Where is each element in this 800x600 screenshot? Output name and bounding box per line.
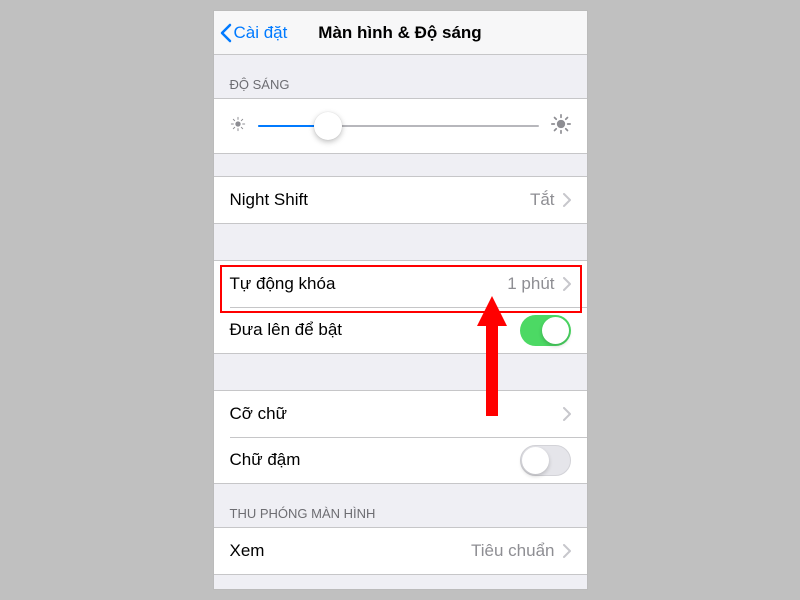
bold-text-toggle[interactable] xyxy=(520,445,571,476)
raise-to-wake-toggle[interactable] xyxy=(520,315,571,346)
slider-track xyxy=(258,125,539,127)
brightness-slider[interactable] xyxy=(258,111,539,141)
back-label: Cài đặt xyxy=(234,23,288,43)
slider-thumb[interactable] xyxy=(314,112,342,140)
raise-to-wake-label: Đưa lên để bật xyxy=(230,320,343,340)
text-size-label: Cỡ chữ xyxy=(230,404,287,424)
chevron-right-icon xyxy=(563,544,571,558)
chevron-right-icon xyxy=(563,407,571,421)
text-size-row[interactable]: Cỡ chữ xyxy=(214,391,587,437)
raise-to-wake-row: Đưa lên để bật xyxy=(214,307,587,353)
bold-text-label: Chữ đậm xyxy=(230,450,301,470)
view-value: Tiêu chuẩn xyxy=(471,541,554,561)
chevron-left-icon xyxy=(220,23,232,43)
auto-lock-label: Tự động khóa xyxy=(230,274,336,294)
section-header-zoom: THU PHÓNG MÀN HÌNH xyxy=(214,484,587,527)
night-shift-label: Night Shift xyxy=(230,190,308,210)
night-shift-group: Night Shift Tắt xyxy=(214,176,587,224)
text-group: Cỡ chữ Chữ đậm xyxy=(214,390,587,484)
bold-text-row: Chữ đậm xyxy=(214,437,587,483)
lock-group: Tự động khóa 1 phút Đưa lên để bật xyxy=(214,260,587,354)
brightness-group xyxy=(214,98,587,154)
sun-small-icon xyxy=(230,116,246,137)
sun-large-icon xyxy=(551,114,571,139)
view-label: Xem xyxy=(230,541,265,561)
chevron-right-icon xyxy=(563,193,571,207)
settings-screen: Cài đặt Màn hình & Độ sáng ĐỘ SÁNG Night… xyxy=(213,10,588,590)
auto-lock-value: 1 phút xyxy=(507,274,554,294)
view-row[interactable]: Xem Tiêu chuẩn xyxy=(214,528,587,574)
navbar: Cài đặt Màn hình & Độ sáng xyxy=(214,11,587,55)
auto-lock-row[interactable]: Tự động khóa 1 phút xyxy=(214,261,587,307)
brightness-slider-row xyxy=(214,99,587,153)
chevron-right-icon xyxy=(563,277,571,291)
back-button[interactable]: Cài đặt xyxy=(214,23,288,43)
zoom-group: Xem Tiêu chuẩn xyxy=(214,527,587,575)
section-header-brightness: ĐỘ SÁNG xyxy=(214,55,587,98)
night-shift-value: Tắt xyxy=(530,190,555,210)
night-shift-row[interactable]: Night Shift Tắt xyxy=(214,177,587,223)
